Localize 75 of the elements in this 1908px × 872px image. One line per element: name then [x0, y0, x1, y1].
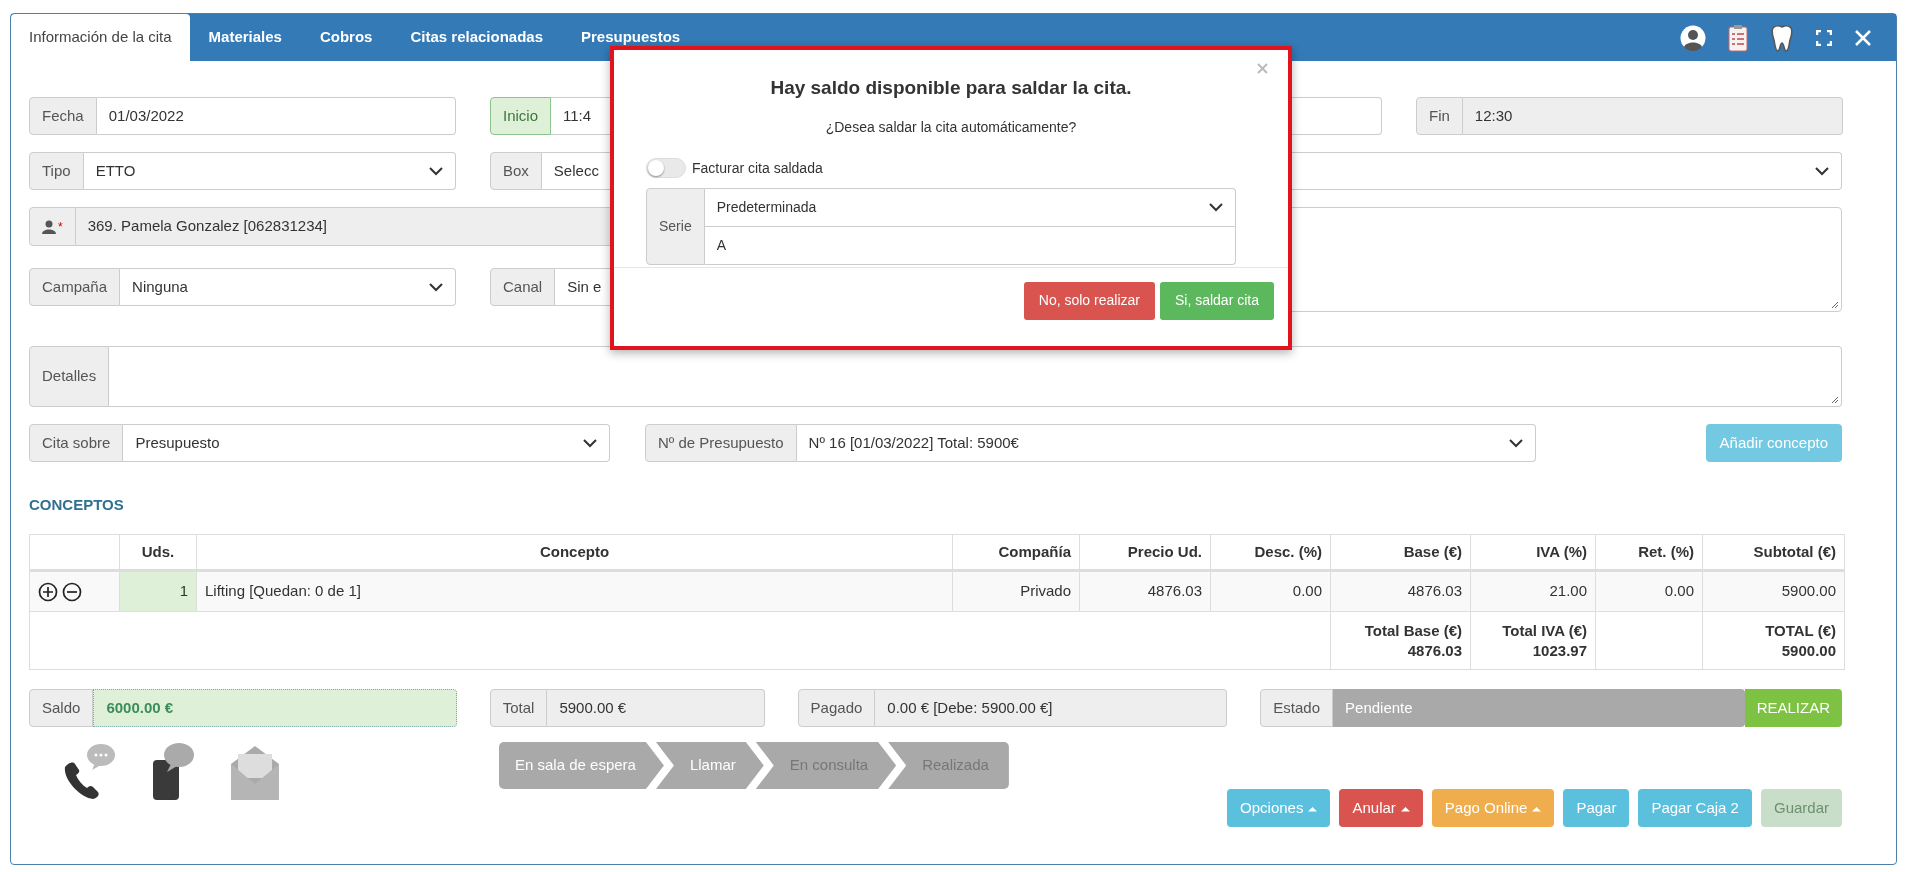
table-cell: 4876.03: [1079, 570, 1211, 612]
resize-handle-icon[interactable]: [1829, 299, 1839, 309]
table-cell: 5900.00: [1702, 570, 1845, 612]
chevron-icon: [1815, 166, 1829, 176]
tab[interactable]: Información de la cita: [11, 14, 190, 61]
step-button[interactable]: En sala de espera: [499, 742, 664, 789]
budget-select[interactable]: Nº 16 [01/03/2022] Total: 5900€: [796, 424, 1536, 462]
avatar-icon[interactable]: [1680, 24, 1706, 51]
campaign-select[interactable]: Ninguna: [120, 268, 456, 306]
chevron-icon: [1509, 438, 1523, 448]
table-cell: 0.00: [1210, 570, 1331, 612]
chevron-icon: [583, 438, 597, 448]
series-select[interactable]: Predeterminada: [704, 187, 1236, 227]
field-label: Tipo: [29, 152, 84, 190]
tab[interactable]: Presupuestos: [562, 14, 700, 61]
person-icon: [42, 219, 56, 234]
total-value: 1023.97: [1531, 640, 1587, 660]
resize-handle-icon[interactable]: [1829, 394, 1839, 404]
total-value: 4876.03: [1406, 640, 1462, 660]
series-field[interactable]: A: [704, 226, 1236, 265]
fullscreen-icon[interactable]: [1816, 29, 1832, 46]
type-select[interactable]: ETTO: [83, 152, 456, 190]
field-label: Inicio: [490, 97, 552, 135]
step-button[interactable]: Llamar: [655, 742, 764, 789]
field-label: Campaña: [29, 268, 121, 306]
dialog-message: ¿Desea saldar la cita automáticamente?: [824, 117, 1078, 137]
field-label: Fin: [1416, 97, 1463, 135]
total-label: Total Base (€): [1363, 621, 1462, 641]
field-label: Detalles: [29, 346, 110, 407]
end-time-field[interactable]: 12:30: [1462, 97, 1843, 135]
field-label: Canal: [490, 268, 556, 306]
tab[interactable]: Citas relacionadas: [391, 14, 562, 61]
clipboard-icon[interactable]: [1728, 23, 1748, 52]
toggle-switch[interactable]: [646, 158, 686, 178]
table-cell[interactable]: 1: [119, 570, 197, 612]
field-label: Nº de Presupuesto: [645, 424, 797, 462]
date-field[interactable]: 01/03/2022: [96, 97, 456, 135]
toggle-label: Facturar cita saldada: [692, 158, 823, 178]
tooth-icon[interactable]: [1770, 23, 1794, 52]
sms-icon[interactable]: [151, 742, 195, 800]
total-field[interactable]: 5900.00 €: [547, 689, 765, 727]
required-mark: *: [58, 218, 63, 236]
chevron-icon: [429, 282, 443, 292]
total-value: 5900.00: [1780, 640, 1836, 660]
field-label: Saldo: [29, 689, 94, 727]
status-field: Pendiente: [1333, 689, 1745, 727]
paid-field[interactable]: 0.00 € [Debe: 5900.00 €]: [875, 689, 1228, 727]
dialog-button[interactable]: Si, saldar cita: [1159, 281, 1274, 320]
table-cell: Lifting [Quedan: 0 de 1]: [196, 570, 953, 612]
table-cell: 4876.03: [1330, 570, 1471, 612]
action-button[interactable]: Anular: [1339, 789, 1423, 827]
field-label: Cita sobre: [29, 424, 124, 462]
chevron-icon: [1209, 202, 1223, 212]
remove-icon[interactable]: [62, 582, 83, 603]
table-cell: 0.00: [1595, 570, 1703, 612]
chevron-icon: [429, 166, 443, 176]
appointment-on-select[interactable]: Presupuesto: [123, 424, 610, 462]
field-label: Box: [490, 152, 542, 190]
dialog-button[interactable]: No, solo realizar: [1023, 281, 1155, 320]
field-label: Estado: [1260, 689, 1334, 727]
table-cell: 21.00: [1470, 570, 1596, 612]
details-textarea[interactable]: [109, 346, 1842, 407]
field-label: Pagado: [797, 689, 876, 727]
dialog-title: Hay saldo disponible para saldar la cita.: [769, 76, 1133, 100]
table-cell: Privado: [952, 570, 1080, 612]
section-title: CONCEPTOS: [29, 495, 125, 515]
total-label: Total IVA (€): [1501, 621, 1587, 641]
add-icon[interactable]: [38, 582, 58, 603]
tab[interactable]: Cobros: [300, 14, 392, 61]
field-label: Serie: [646, 187, 705, 265]
field-label: Fecha: [29, 97, 97, 135]
total-label: TOTAL (€): [1764, 621, 1836, 641]
field-label: Total: [489, 689, 548, 727]
tab[interactable]: Materiales: [189, 14, 301, 61]
balance-field[interactable]: 6000.00 €: [93, 689, 457, 727]
